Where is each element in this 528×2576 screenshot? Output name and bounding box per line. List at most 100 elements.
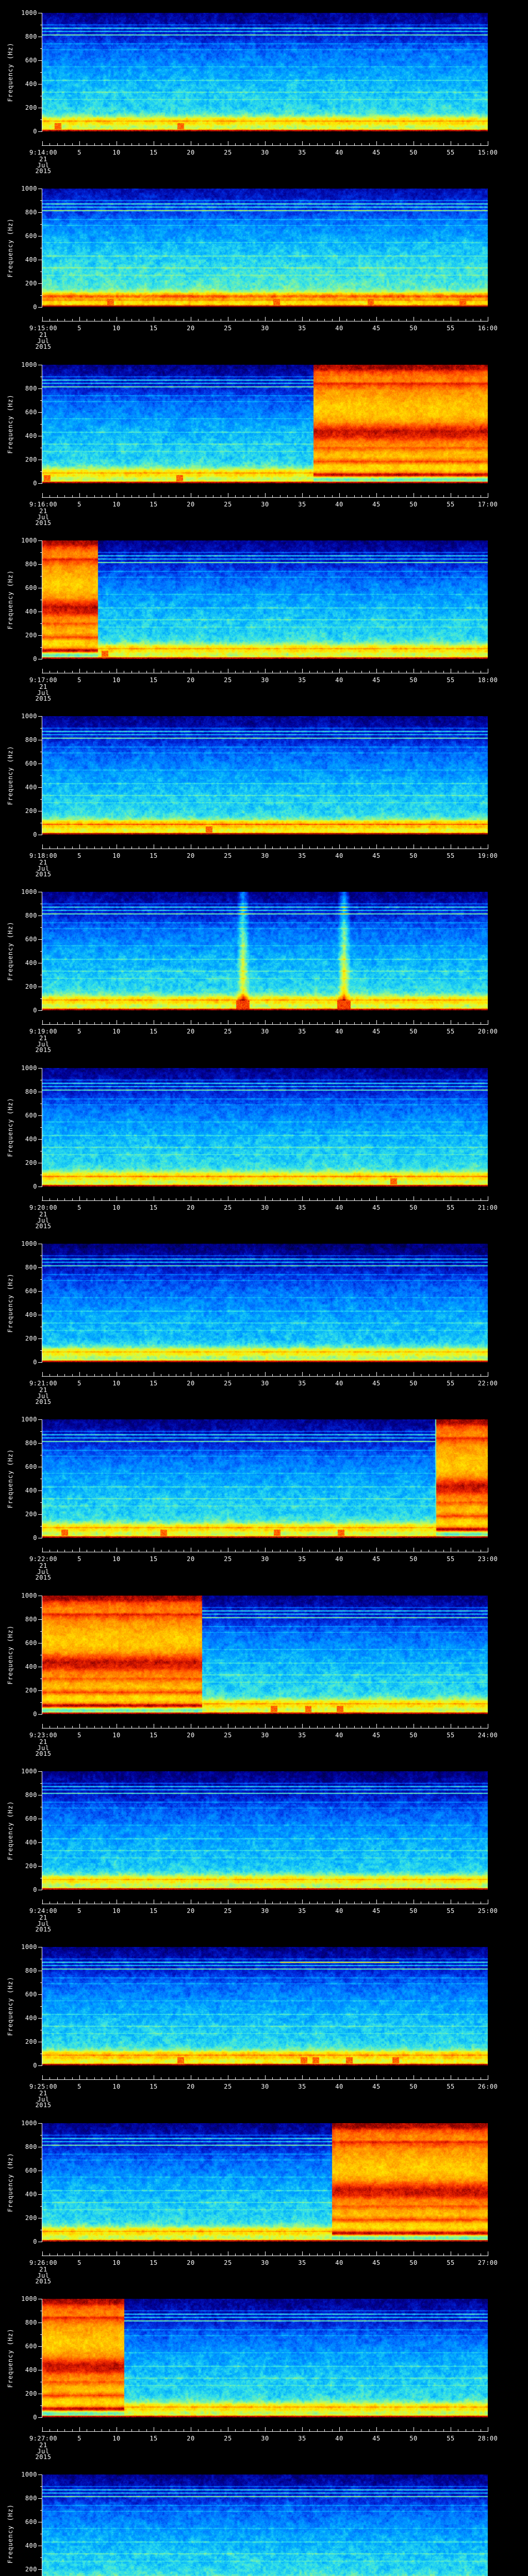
x-minor-tick <box>354 2253 355 2256</box>
x-tick <box>339 2427 340 2431</box>
x-minor-tick <box>332 1198 333 1200</box>
x-tick-label: 45 <box>372 501 381 508</box>
y-tick-label: 200 <box>25 1335 37 1342</box>
x-minor-tick <box>72 495 73 497</box>
x-minor-tick <box>250 1022 251 1024</box>
x-tick <box>42 2251 43 2256</box>
x-minor-tick <box>287 1374 288 1376</box>
x-minor-tick <box>131 1374 132 1376</box>
x-minor-tick <box>354 671 355 673</box>
x-tick <box>339 2075 340 2079</box>
y-tick <box>38 1419 42 1420</box>
y-minor-tick <box>40 2358 42 2359</box>
x-tick-label: 10 <box>112 2083 121 2090</box>
x-axis <box>42 2079 488 2080</box>
x-minor-tick <box>250 143 251 145</box>
x-minor-tick <box>443 495 444 497</box>
x-minor-tick <box>250 2253 251 2256</box>
x-start-label: 9:26:00 <box>29 2259 58 2266</box>
x-minor-tick <box>406 2253 407 2256</box>
x-tick <box>339 2251 340 2256</box>
x-minor-tick <box>443 143 444 145</box>
x-minor-tick <box>94 846 95 849</box>
x-tick-label: 15 <box>150 501 158 508</box>
x-minor-tick <box>198 2077 199 2079</box>
x-minor-tick <box>198 1726 199 1728</box>
y-tick-label: 200 <box>25 2390 37 2397</box>
x-minor-tick <box>272 846 273 849</box>
y-tick <box>38 1714 42 1715</box>
y-tick <box>38 1115 42 1116</box>
x-minor-tick <box>146 143 147 145</box>
x-axis <box>42 1376 488 1377</box>
y-tick <box>38 2417 42 2418</box>
x-tick-label: 50 <box>409 1204 418 1211</box>
x-date-line: 2015 <box>35 1046 52 1054</box>
x-date-line: 2015 <box>35 167 52 175</box>
y-tick-label: 0 <box>33 2238 37 2245</box>
x-tick-label: 45 <box>372 2259 381 2266</box>
x-end-label: 25:00 <box>477 1907 498 1914</box>
x-tick-label: 20 <box>187 1907 195 1914</box>
y-tick <box>38 1771 42 1772</box>
x-tick <box>42 493 43 497</box>
y-minor-tick <box>40 224 42 225</box>
x-tick-label: 20 <box>187 1028 195 1035</box>
spectrogram-panel: 0 200 400 600 800 1000 Frequency (Hz) 5 10 15 20 25… <box>0 1758 528 1935</box>
x-tick-label: 5 <box>77 1380 81 1387</box>
y-minor-tick <box>40 1350 42 1351</box>
y-tick-label: 400 <box>25 1663 37 1670</box>
x-tick-label: 15 <box>150 852 158 859</box>
y-tick-label: 200 <box>25 1159 37 1166</box>
y-tick <box>38 131 42 132</box>
x-tick <box>79 1548 80 1552</box>
x-minor-tick <box>406 846 407 849</box>
y-minor-tick <box>40 2557 42 2558</box>
y-tick-label: 1000 <box>21 2295 37 2302</box>
x-minor-tick <box>64 2429 65 2431</box>
x-tick-label: 15 <box>150 1555 158 1563</box>
x-tick-label: 55 <box>447 1555 455 1563</box>
x-end-label: 27:00 <box>477 2259 498 2266</box>
x-tick-label: 10 <box>112 2435 121 2442</box>
y-tick <box>38 1842 42 1843</box>
x-minor-tick <box>361 846 362 849</box>
y-tick-label: 1000 <box>21 185 37 192</box>
x-tick <box>265 1900 266 1904</box>
x-end-label: 16:00 <box>477 325 498 332</box>
x-tick-label: 30 <box>261 1555 269 1563</box>
x-tick-label: 45 <box>372 1380 381 1387</box>
x-tick <box>42 1900 43 1904</box>
x-tick-label: 40 <box>335 1380 343 1387</box>
x-tick <box>265 141 266 145</box>
y-axis-title: Frequency (Hz) <box>7 921 14 981</box>
spectrogram-panel: 0 200 400 600 800 1000 Frequency (Hz) 5 10 15 20 25… <box>0 528 528 704</box>
x-minor-tick <box>272 1902 273 1904</box>
x-tick <box>339 493 340 497</box>
y-minor-tick <box>40 200 42 201</box>
x-end-label: 28:00 <box>477 2435 498 2442</box>
x-minor-tick <box>57 846 58 849</box>
x-tick-label: 35 <box>298 1732 306 1739</box>
y-axis-title: Frequency (Hz) <box>7 1449 14 1509</box>
x-minor-tick <box>235 2429 236 2431</box>
x-minor-tick <box>272 2429 273 2431</box>
x-minor-tick <box>354 2429 355 2431</box>
x-end-label: 19:00 <box>477 852 498 859</box>
x-tick <box>339 669 340 673</box>
y-axis-title: Frequency (Hz) <box>7 2504 14 2564</box>
x-minor-tick <box>332 143 333 145</box>
x-minor-tick <box>64 2077 65 2079</box>
x-start-label: 9:16:00 <box>29 501 58 508</box>
x-tick-label: 10 <box>112 1907 121 1914</box>
y-tick-label: 1000 <box>21 1240 37 1247</box>
x-tick <box>79 141 80 145</box>
x-date-line: 2015 <box>35 1398 52 1405</box>
y-tick <box>38 2498 42 2499</box>
x-minor-tick <box>287 1550 288 1552</box>
x-tick <box>42 1548 43 1552</box>
x-minor-tick <box>332 1022 333 1024</box>
y-tick-label: 0 <box>33 1007 37 1014</box>
x-tick <box>79 1020 80 1024</box>
x-minor-tick <box>428 319 429 321</box>
